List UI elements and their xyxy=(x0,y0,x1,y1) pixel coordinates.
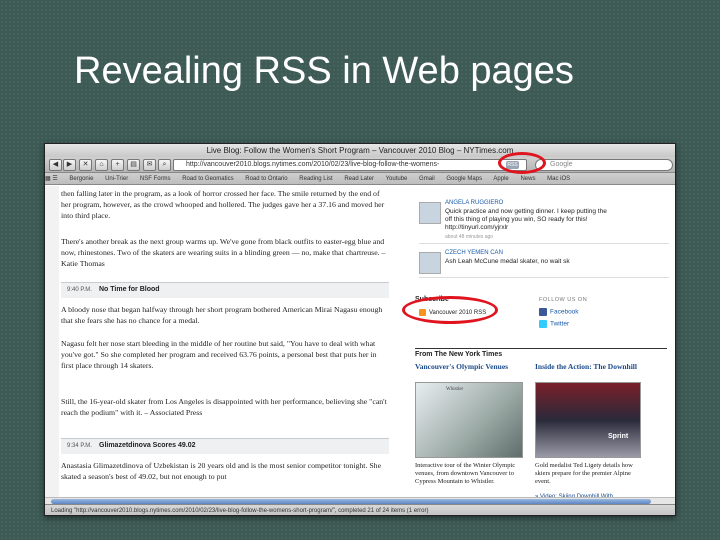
search-input[interactable]: Google xyxy=(535,159,673,171)
bookmark-item[interactable]: Road to Ontario xyxy=(245,176,287,182)
tweet-text: Quick practice and now getting dinner. I… xyxy=(445,208,607,231)
home-icon[interactable]: ⌂ xyxy=(95,159,108,171)
tweet-item: ANGELA RUGGIERO Quick practice and now g… xyxy=(419,198,669,244)
facebook-icon xyxy=(539,308,547,316)
window-title: Live Blog: Follow the Women's Short Prog… xyxy=(45,144,675,157)
bookmark-item[interactable]: Apple xyxy=(493,176,508,182)
tweet-time: about 48 minutes ago xyxy=(445,234,494,240)
entry-time: 9:34 P.M. xyxy=(67,443,92,449)
subscribe-heading: Subscribe xyxy=(415,296,449,303)
bookmark-item[interactable]: Gmail xyxy=(419,176,435,182)
bookmark-item[interactable]: Youtube xyxy=(386,176,408,182)
map-label: Whistler xyxy=(446,387,464,392)
promo-title[interactable]: Vancouver's Olympic Venues xyxy=(415,362,523,371)
entry-header: 9:40 P.M. No Time for Blood xyxy=(61,282,389,298)
article-paragraph: Nagasu felt her nose start bleeding in t… xyxy=(61,339,377,370)
bookmark-item[interactable]: Read Later xyxy=(344,176,374,182)
address-bar[interactable]: http://vancouver2010.blogs.nytimes.com/2… xyxy=(173,159,527,171)
left-gutter xyxy=(45,186,59,504)
share-icon[interactable]: ✉ xyxy=(143,159,156,171)
tweet-text: Ash Leah McCune medal skater, no wait sk xyxy=(445,258,570,265)
bookmark-add-button[interactable]: + xyxy=(111,159,124,171)
bookmark-item[interactable]: News xyxy=(520,176,535,182)
avatar[interactable] xyxy=(419,202,441,224)
bookmarks-icon[interactable]: ▦ ☰ xyxy=(45,176,58,182)
entry-time: 9:40 P.M. xyxy=(67,287,92,293)
promo-caption: Gold medalist Ted Ligety details how ski… xyxy=(535,462,633,485)
twitter-link[interactable]: Twitter xyxy=(539,320,569,328)
stop-icon[interactable]: ✕ xyxy=(79,159,92,171)
promo-title[interactable]: Inside the Action: The Downhill xyxy=(535,362,645,371)
tweet-user[interactable]: ANGELA RUGGIERO xyxy=(445,200,503,206)
article-paragraph: There's another break as the next group … xyxy=(61,237,386,268)
page-content: then falling later in the program, as a … xyxy=(45,186,675,504)
back-button[interactable]: ◀ xyxy=(49,159,62,171)
horizontal-scrollbar[interactable] xyxy=(45,497,675,504)
facebook-link[interactable]: Facebook xyxy=(539,308,579,316)
article-paragraph: Still, the 16-year-old skater from Los A… xyxy=(61,397,387,417)
twitter-label: Twitter xyxy=(550,320,570,328)
bookmark-item[interactable]: Google Maps xyxy=(446,176,482,182)
entry-header: 9:34 P.M. Glimazetdinova Scores 49.02 xyxy=(61,438,389,454)
blog-article: then falling later in the program, as a … xyxy=(61,186,389,504)
sidebar: ANGELA RUGGIERO Quick practice and now g… xyxy=(409,186,675,504)
rss-icon xyxy=(419,309,426,316)
bookmark-item[interactable]: Road to Geomatics xyxy=(182,176,233,182)
downhill-photo[interactable]: Sprint xyxy=(535,382,641,458)
article-paragraph: Anastasia Glimazetdinova of Uzbekistan i… xyxy=(61,461,382,481)
tweet-user[interactable]: CZECH YEMEN CAN xyxy=(445,250,503,256)
entry-title[interactable]: No Time for Blood xyxy=(99,286,160,293)
zoom-icon[interactable]: ⌕ xyxy=(158,159,171,171)
bookmark-item[interactable]: Reading List xyxy=(299,176,332,182)
bookmarks-bar: ▦ ☰ Bergonie Uni-Trier NSF Forms Road to… xyxy=(45,173,675,185)
bookmark-item[interactable]: NSF Forms xyxy=(140,176,171,182)
tweet-item: CZECH YEMEN CAN Ash Leah McCune medal sk… xyxy=(419,248,669,278)
article-paragraph: A bloody nose that began halfway through… xyxy=(61,305,383,325)
venues-map-image[interactable]: Whistler xyxy=(415,382,523,458)
article-paragraph: then falling later in the program, as a … xyxy=(61,189,385,220)
photo-text: Sprint xyxy=(608,433,629,440)
avatar[interactable] xyxy=(419,252,441,274)
browser-window: Live Blog: Follow the Women's Short Prog… xyxy=(44,143,676,516)
forward-button[interactable]: ▶ xyxy=(63,159,76,171)
bookmark-item[interactable]: Uni-Trier xyxy=(105,176,128,182)
twitter-icon xyxy=(539,320,547,328)
entry-title[interactable]: Glimazetdinova Scores 49.02 xyxy=(99,442,196,449)
follow-heading: FOLLOW US ON xyxy=(539,297,588,303)
bookmark-item[interactable]: Bergonie xyxy=(69,176,93,182)
from-times-heading: From The New York Times xyxy=(415,348,667,358)
slide-title: Revealing RSS in Web pages xyxy=(74,50,574,92)
promo-caption: Interactive tour of the Winter Olympic v… xyxy=(415,462,516,485)
rss-subscribe-link[interactable]: Vancouver 2010 RSS xyxy=(419,309,486,316)
facebook-label: Facebook xyxy=(550,308,579,316)
print-icon[interactable]: ▤ xyxy=(127,159,140,171)
bookmark-item[interactable]: Mac iOS xyxy=(547,176,570,182)
rss-address-badge[interactable]: RSS xyxy=(506,161,519,169)
address-text: http://vancouver2010.blogs.nytimes.com/2… xyxy=(186,161,440,168)
status-bar: Loading "http://vancouver2010.blogs.nyti… xyxy=(45,504,675,515)
browser-toolbar: ◀ ▶ ✕ ⌂ + ▤ ✉ ⌕ http://vancouver2010.blo… xyxy=(45,157,675,173)
rss-link-label: Vancouver 2010 RSS xyxy=(429,310,487,317)
